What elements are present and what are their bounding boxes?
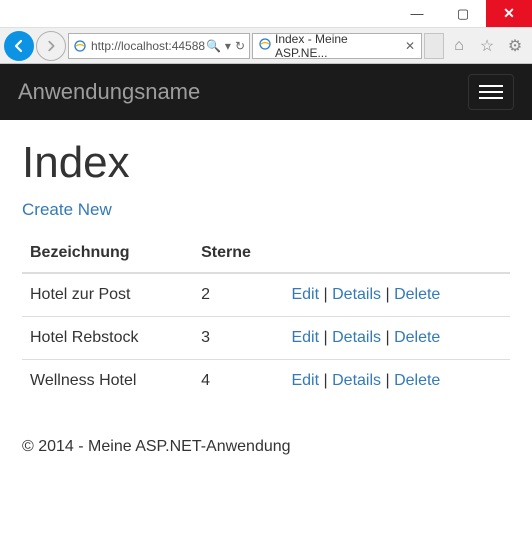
col-bezeichnung: Bezeichnung [22,234,193,273]
back-button[interactable] [4,31,34,61]
url-dropdown-icon[interactable]: ▾ [225,39,231,53]
refresh-icon[interactable]: ↻ [235,39,245,53]
hamburger-bar-icon [479,97,503,99]
cell-sterne: 4 [193,360,283,403]
tab-title: Index - Meine ASP.NE... [275,32,399,60]
delete-link[interactable]: Delete [394,372,440,389]
tab-close-icon[interactable]: ✕ [405,39,415,53]
hamburger-bar-icon [479,85,503,87]
page-footer: © 2014 - Meine ASP.NET-Anwendung [22,438,510,456]
edit-link[interactable]: Edit [291,286,319,303]
search-icon[interactable]: 🔍 [206,39,221,53]
table-header-row: Bezeichnung Sterne [22,234,510,273]
col-actions [283,234,510,273]
browser-toolbar: http://localhost:44588 🔍 ▾ ↻ Index - Mei… [0,28,532,64]
maximize-button[interactable]: ▢ [440,0,486,27]
cell-actions: Edit | Details | Delete [283,273,510,317]
favorites-icon[interactable]: ☆ [474,33,500,59]
edit-link[interactable]: Edit [291,372,319,389]
page-body: Index Create New Bezeichnung Sterne Hote… [0,120,532,474]
details-link[interactable]: Details [332,286,381,303]
cell-bezeichnung: Hotel Rebstock [22,317,193,360]
hamburger-bar-icon [479,91,503,93]
details-link[interactable]: Details [332,372,381,389]
edit-link[interactable]: Edit [291,329,319,346]
ie-page-icon [73,39,87,53]
delete-link[interactable]: Delete [394,286,440,303]
page-viewport: Anwendungsname Index Create New Bezeichn… [0,64,532,544]
app-brand[interactable]: Anwendungsname [18,79,200,105]
create-new-link[interactable]: Create New [22,200,112,220]
window-controls: — ▢ ✕ [0,0,532,28]
cell-sterne: 3 [193,317,283,360]
settings-gear-icon[interactable]: ⚙ [502,33,528,59]
cell-bezeichnung: Wellness Hotel [22,360,193,403]
minimize-button[interactable]: — [394,0,440,27]
browser-tab[interactable]: Index - Meine ASP.NE... ✕ [252,33,422,59]
table-row: Hotel zur Post2Edit | Details | Delete [22,273,510,317]
home-icon[interactable]: ⌂ [446,33,472,59]
arrow-right-icon [44,39,58,53]
hotels-table: Bezeichnung Sterne Hotel zur Post2Edit |… [22,234,510,402]
page-title: Index [22,138,510,188]
app-navbar: Anwendungsname [0,64,532,120]
address-bar[interactable]: http://localhost:44588 🔍 ▾ ↻ [68,33,250,59]
url-text: http://localhost:44588 [91,39,205,53]
cell-actions: Edit | Details | Delete [283,360,510,403]
cell-bezeichnung: Hotel zur Post [22,273,193,317]
details-link[interactable]: Details [332,329,381,346]
cell-sterne: 2 [193,273,283,317]
new-tab-button[interactable] [424,33,444,59]
cell-actions: Edit | Details | Delete [283,317,510,360]
col-sterne: Sterne [193,234,283,273]
ie-page-icon [259,38,271,53]
forward-button [36,31,66,61]
close-button[interactable]: ✕ [486,0,532,27]
delete-link[interactable]: Delete [394,329,440,346]
navbar-toggle-button[interactable] [468,74,514,110]
arrow-left-icon [11,38,27,54]
table-row: Hotel Rebstock3Edit | Details | Delete [22,317,510,360]
table-row: Wellness Hotel4Edit | Details | Delete [22,360,510,403]
